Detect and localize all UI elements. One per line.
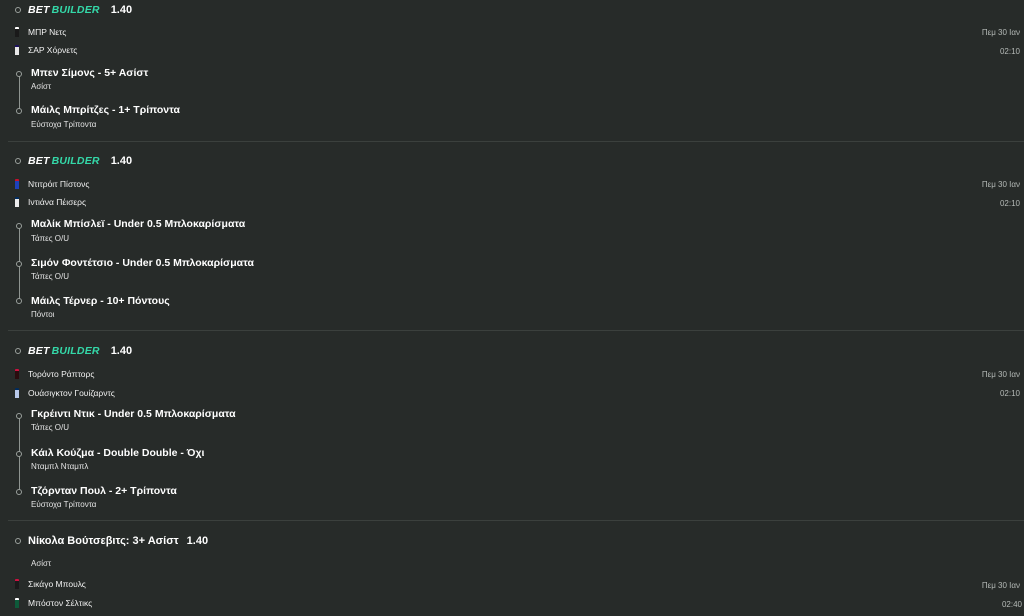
bet-builder-card[interactable]: BET BUILDER 1.40 Τορόντο Ράπτορς Πεμ 30 Ι… bbox=[0, 331, 1024, 520]
leg-market: Εύστοχα Τρίποντα bbox=[31, 500, 97, 509]
home-jersey-icon bbox=[15, 27, 19, 37]
leg-marker-icon bbox=[16, 261, 22, 267]
selection-ring-icon bbox=[15, 7, 21, 13]
bet-builder-header: BET BUILDER 1.40 bbox=[15, 343, 132, 359]
away-team-name: Μπόστον Σέλτικς bbox=[28, 598, 93, 608]
legs-connector-line bbox=[19, 74, 20, 111]
leg-title: Κάιλ Κούζμα - Double Double - Όχι bbox=[31, 447, 205, 459]
match-time: 02:10 bbox=[999, 199, 1020, 208]
bet-builder-logo: BET BUILDER bbox=[28, 3, 100, 16]
match-time: 02:10 bbox=[999, 47, 1020, 56]
home-team-row: ΜΠΡ Νετς bbox=[15, 25, 66, 39]
single-bet-card[interactable]: Νίκολα Βούτσεβιτς: 3+ Ασίστ 1.40 Ασίστ Σ… bbox=[0, 521, 1024, 616]
match-date: Πεμ 30 Ιαν bbox=[981, 180, 1020, 189]
away-team-row: Μπόστον Σέλτικς bbox=[15, 596, 92, 610]
away-team-name: Ουάσιγκτον Γουίζαρντς bbox=[28, 388, 115, 398]
bet-builder-logo: BET BUILDER bbox=[28, 154, 100, 167]
away-jersey-icon bbox=[15, 45, 19, 55]
away-team-row: Ιντιάνα Πέισερς bbox=[15, 195, 86, 209]
leg-title: Μάιλς Μπρίτζες - 1+ Τρίποντα bbox=[31, 104, 180, 116]
away-jersey-icon bbox=[15, 388, 19, 398]
match-time: 02:10 bbox=[999, 389, 1020, 398]
bet-odds: 1.40 bbox=[110, 345, 133, 357]
leg-marker-icon bbox=[16, 108, 22, 114]
bet-slip-list: BET BUILDER 1.40 ΜΠΡ Νετς Πεμ 30 Ιαν ΣΑΡ … bbox=[0, 0, 1024, 616]
bet-builder-logo: BET BUILDER bbox=[28, 344, 100, 357]
home-team-name: Τορόντο Ράπτορς bbox=[28, 369, 95, 379]
selection-market: Ασίστ bbox=[31, 559, 52, 568]
leg-title: Γκρέιντι Ντικ - Under 0.5 Μπλοκαρίσματα bbox=[31, 408, 236, 420]
leg-market: Πόντοι bbox=[31, 310, 55, 319]
match-date: Πεμ 30 Ιαν bbox=[981, 581, 1020, 590]
home-jersey-icon bbox=[15, 369, 19, 379]
leg-market: Νταμπλ Νταμπλ bbox=[31, 462, 89, 471]
away-jersey-icon bbox=[15, 197, 19, 207]
bet-builder-card[interactable]: BET BUILDER 1.40 ΜΠΡ Νετς Πεμ 30 Ιαν ΣΑΡ … bbox=[0, 0, 1024, 141]
bet-odds: 1.40 bbox=[110, 4, 133, 16]
away-team-row: Ουάσιγκτον Γουίζαρντς bbox=[15, 386, 115, 400]
home-team-name: Σικάγο Μπουλς bbox=[28, 579, 86, 589]
away-team-name: Ιντιάνα Πέισερς bbox=[28, 197, 87, 207]
leg-title: Σιμόν Φοντέτσιο - Under 0.5 Μπλοκαρίσματ… bbox=[31, 257, 254, 269]
leg-title: Μπεν Σίμονς - 5+ Ασίστ bbox=[31, 67, 149, 79]
home-team-name: Ντιτρόιτ Πίστονς bbox=[28, 179, 90, 189]
home-jersey-icon bbox=[15, 579, 19, 589]
home-team-name: ΜΠΡ Νετς bbox=[28, 27, 67, 37]
selection-ring-icon bbox=[15, 348, 21, 354]
match-time: 02:40 bbox=[1001, 600, 1022, 609]
leg-marker-icon bbox=[16, 223, 22, 229]
leg-market: Τάπες O/U bbox=[31, 272, 70, 281]
leg-marker-icon bbox=[16, 298, 22, 304]
leg-market: Τάπες O/U bbox=[31, 234, 70, 243]
away-jersey-icon bbox=[15, 598, 19, 608]
home-jersey-icon bbox=[15, 179, 19, 189]
selection-title: Νίκολα Βούτσεβιτς: 3+ Ασίστ bbox=[28, 535, 179, 547]
single-bet-header: Νίκολα Βούτσεβιτς: 3+ Ασίστ 1.40 bbox=[15, 533, 208, 549]
match-date: Πεμ 30 Ιαν bbox=[981, 28, 1020, 37]
bet-builder-header: BET BUILDER 1.40 bbox=[15, 2, 132, 18]
away-team-row: ΣΑΡ Χόρνετς bbox=[15, 43, 77, 57]
leg-title: Μαλίκ Μπίσλεϊ - Under 0.5 Μπλοκαρίσματα bbox=[31, 218, 246, 230]
home-team-row: Σικάγο Μπουλς bbox=[15, 577, 86, 591]
bet-builder-header: BET BUILDER 1.40 bbox=[15, 153, 132, 169]
leg-market: Τάπες O/U bbox=[31, 423, 70, 432]
selection-ring-icon bbox=[15, 158, 21, 164]
leg-marker-icon bbox=[16, 451, 22, 457]
leg-marker-icon bbox=[16, 413, 22, 419]
bet-builder-card[interactable]: BET BUILDER 1.40 Ντιτρόιτ Πίστονς Πεμ 30 … bbox=[0, 142, 1024, 330]
home-team-row: Ντιτρόιτ Πίστονς bbox=[15, 177, 90, 191]
bet-odds: 1.40 bbox=[110, 155, 133, 167]
leg-market: Ασίστ bbox=[31, 82, 52, 91]
leg-marker-icon bbox=[16, 489, 22, 495]
selection-ring-icon bbox=[15, 538, 21, 544]
match-date: Πεμ 30 Ιαν bbox=[981, 370, 1020, 379]
away-team-name: ΣΑΡ Χόρνετς bbox=[28, 45, 78, 55]
leg-title: Μάιλς Τέρνερ - 10+ Πόντους bbox=[31, 295, 170, 307]
leg-marker-icon bbox=[16, 71, 22, 77]
leg-title: Τζόρνταν Πουλ - 2+ Τρίποντα bbox=[31, 485, 177, 497]
leg-market: Εύστοχα Τρίποντα bbox=[31, 120, 97, 129]
bet-odds: 1.40 bbox=[186, 535, 209, 547]
home-team-row: Τορόντο Ράπτορς bbox=[15, 367, 94, 381]
